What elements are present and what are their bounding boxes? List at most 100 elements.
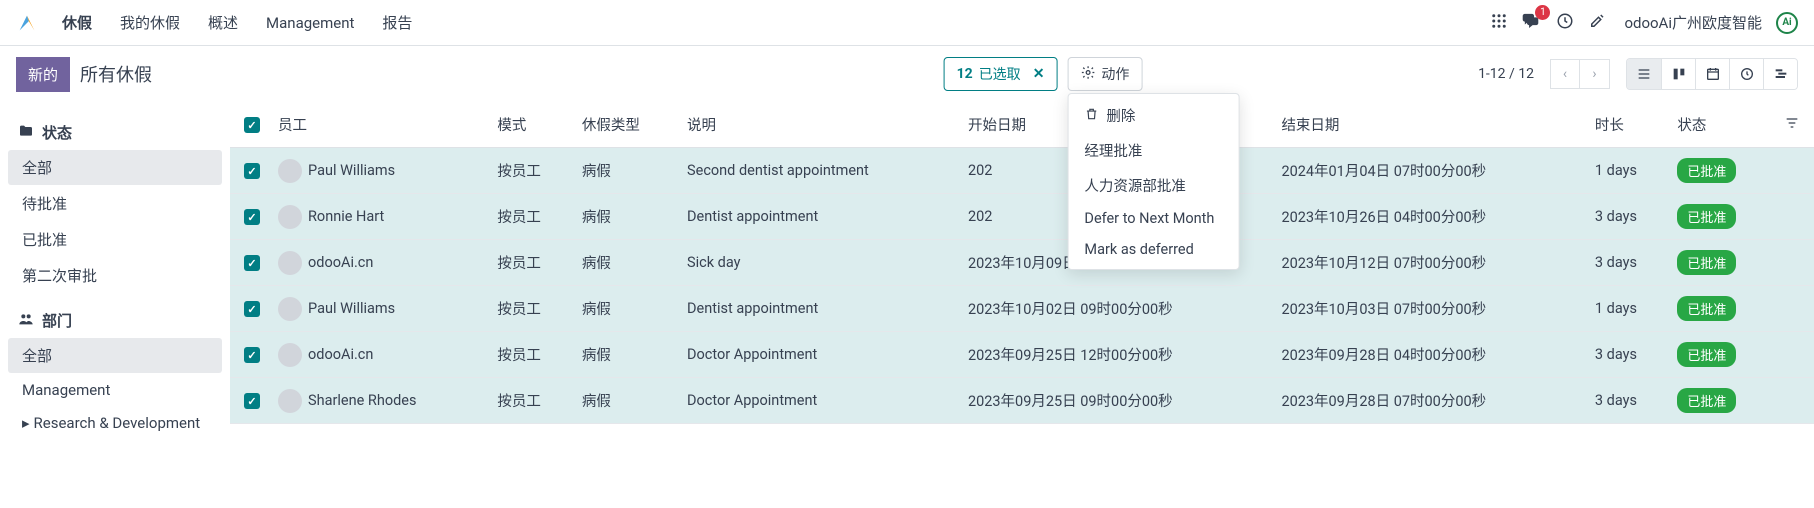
- cell-duration: 3 days: [1587, 240, 1669, 286]
- sidebar-dept-title: 部门: [8, 304, 222, 337]
- employee-name: Sharlene Rhodes: [308, 392, 416, 409]
- view-calendar-icon[interactable]: [1695, 59, 1729, 89]
- action-manager-approve[interactable]: 经理批准: [1068, 133, 1238, 168]
- tools-icon[interactable]: [1588, 12, 1606, 34]
- cell-duration: 3 days: [1587, 378, 1669, 424]
- col-mode[interactable]: 模式: [489, 102, 574, 148]
- clear-selection-icon[interactable]: ✕: [1033, 66, 1045, 82]
- status-badge: 已批准: [1677, 342, 1736, 367]
- sidebar-item-management[interactable]: Management: [8, 374, 222, 406]
- employee-name: Paul Williams: [308, 162, 395, 179]
- cell-type: 病假: [574, 332, 679, 378]
- avatar: [278, 205, 302, 229]
- cell-type: 病假: [574, 378, 679, 424]
- chevron-right-icon: ▸: [22, 414, 30, 432]
- row-checkbox[interactable]: [244, 347, 260, 363]
- col-type[interactable]: 休假类型: [574, 102, 679, 148]
- table-row[interactable]: Sharlene Rhodes按员工病假Doctor Appointment20…: [230, 378, 1814, 424]
- cell-mode: 按员工: [489, 240, 574, 286]
- employee-name: odooAi.cn: [308, 346, 373, 363]
- table-row[interactable]: Paul Williams按员工病假Second dentist appoint…: [230, 148, 1814, 194]
- nav-item-my-leave[interactable]: 我的休假: [106, 12, 194, 33]
- status-badge: 已批准: [1677, 204, 1736, 229]
- row-checkbox[interactable]: [244, 393, 260, 409]
- sidebar: 状态 全部 待批准 已批准 第二次审批 部门 全部 Management ▸Re…: [0, 102, 230, 454]
- content-area: 员工 模式 休假类型 说明 开始日期 结束日期 时长 状态 Paul Willi…: [230, 102, 1814, 454]
- cell-duration: 3 days: [1587, 332, 1669, 378]
- status-badge: 已批准: [1677, 388, 1736, 413]
- user-name[interactable]: odooAi广州欧度智能: [1624, 12, 1762, 33]
- employee-name: odooAi.cn: [308, 254, 373, 271]
- nav-item-management[interactable]: Management: [252, 14, 368, 32]
- sidebar-item-approved[interactable]: 已批准: [8, 222, 222, 257]
- cell-end: 2023年10月03日 07时00分00秒: [1273, 286, 1586, 332]
- sidebar-item-all-status[interactable]: 全部: [8, 150, 222, 185]
- new-button[interactable]: 新的: [16, 57, 70, 92]
- row-checkbox[interactable]: [244, 209, 260, 225]
- row-checkbox[interactable]: [244, 163, 260, 179]
- selection-label: 已选取: [979, 64, 1021, 84]
- status-badge: 已批准: [1677, 158, 1736, 183]
- cell-mode: 按员工: [489, 286, 574, 332]
- trash-icon: [1084, 107, 1098, 125]
- cell-end: 2023年09月28日 07时00分00秒: [1273, 378, 1586, 424]
- avatar: [278, 297, 302, 321]
- clock-icon[interactable]: [1556, 12, 1574, 34]
- center-controls: 12 已选取 ✕ 动作 删除 经理批准 人力资源部批准 Defer to Nex…: [944, 57, 1143, 91]
- action-delete[interactable]: 删除: [1068, 98, 1238, 133]
- cell-type: 病假: [574, 194, 679, 240]
- selection-count: 12: [957, 66, 973, 82]
- grid-icon[interactable]: [1490, 12, 1508, 34]
- cell-desc: Second dentist appointment: [679, 148, 960, 194]
- nav-item-leave[interactable]: 休假: [48, 12, 106, 33]
- nav-item-overview[interactable]: 概述: [194, 12, 252, 33]
- select-all-checkbox[interactable]: [244, 117, 260, 133]
- col-duration[interactable]: 时长: [1587, 102, 1669, 148]
- col-status[interactable]: 状态: [1669, 102, 1776, 148]
- row-checkbox[interactable]: [244, 255, 260, 271]
- cell-desc: Doctor Appointment: [679, 332, 960, 378]
- view-gantt-icon[interactable]: [1763, 59, 1797, 89]
- table-row[interactable]: Ronnie Hart按员工病假Dentist appointment20220…: [230, 194, 1814, 240]
- action-dropdown: 删除 经理批准 人力资源部批准 Defer to Next Month Mark…: [1067, 93, 1239, 270]
- action-mark-deferred[interactable]: Mark as deferred: [1068, 234, 1238, 265]
- employee-name: Ronnie Hart: [308, 208, 384, 225]
- gear-icon: [1080, 65, 1095, 84]
- cell-duration: 3 days: [1587, 194, 1669, 240]
- view-list-icon[interactable]: [1627, 59, 1661, 89]
- sidebar-item-pending[interactable]: 待批准: [8, 186, 222, 221]
- status-badge: 已批准: [1677, 250, 1736, 275]
- filter-icon[interactable]: [1784, 118, 1800, 135]
- sidebar-item-rnd[interactable]: ▸Research & Development: [8, 407, 222, 439]
- col-end[interactable]: 结束日期: [1273, 102, 1586, 148]
- pager-next-icon[interactable]: ›: [1580, 59, 1610, 89]
- view-kanban-icon[interactable]: [1661, 59, 1695, 89]
- action-defer-next-month[interactable]: Defer to Next Month: [1068, 203, 1238, 234]
- selection-indicator[interactable]: 12 已选取 ✕: [944, 57, 1058, 91]
- nav-item-report[interactable]: 报告: [368, 12, 426, 33]
- view-activity-icon[interactable]: [1729, 59, 1763, 89]
- table-row[interactable]: Paul Williams按员工病假Dentist appointment202…: [230, 286, 1814, 332]
- action-menu-button[interactable]: 动作: [1067, 57, 1142, 91]
- cell-mode: 按员工: [489, 332, 574, 378]
- col-desc[interactable]: 说明: [679, 102, 960, 148]
- cell-end: 2023年10月26日 04时00分00秒: [1273, 194, 1586, 240]
- table-row[interactable]: odooAi.cn按员工病假Doctor Appointment2023年09月…: [230, 332, 1814, 378]
- sidebar-item-all-dept[interactable]: 全部: [8, 338, 222, 373]
- col-employee[interactable]: 员工: [270, 102, 489, 148]
- messages-icon[interactable]: 1: [1522, 11, 1542, 35]
- pager-prev-icon[interactable]: ‹: [1550, 59, 1580, 89]
- pager-text[interactable]: 1-12 / 12: [1478, 66, 1534, 82]
- row-checkbox[interactable]: [244, 301, 260, 317]
- cell-mode: 按员工: [489, 378, 574, 424]
- sidebar-item-second-approval[interactable]: 第二次审批: [8, 258, 222, 293]
- page-title: 所有休假: [80, 61, 152, 87]
- cell-mode: 按员工: [489, 194, 574, 240]
- top-nav: 休假 我的休假 概述 Management 报告 1 odooAi广州欧度智能 …: [0, 0, 1814, 46]
- topnav-right: 1 odooAi广州欧度智能 Ai: [1490, 11, 1798, 35]
- avatar: [278, 251, 302, 275]
- table-row[interactable]: odooAi.cn按员工病假Sick day2023年10月09日 09时00分…: [230, 240, 1814, 286]
- cell-end: 2024年01月04日 07时00分00秒: [1273, 148, 1586, 194]
- action-hr-approve[interactable]: 人力资源部批准: [1068, 168, 1238, 203]
- app-logo-icon: [16, 12, 38, 34]
